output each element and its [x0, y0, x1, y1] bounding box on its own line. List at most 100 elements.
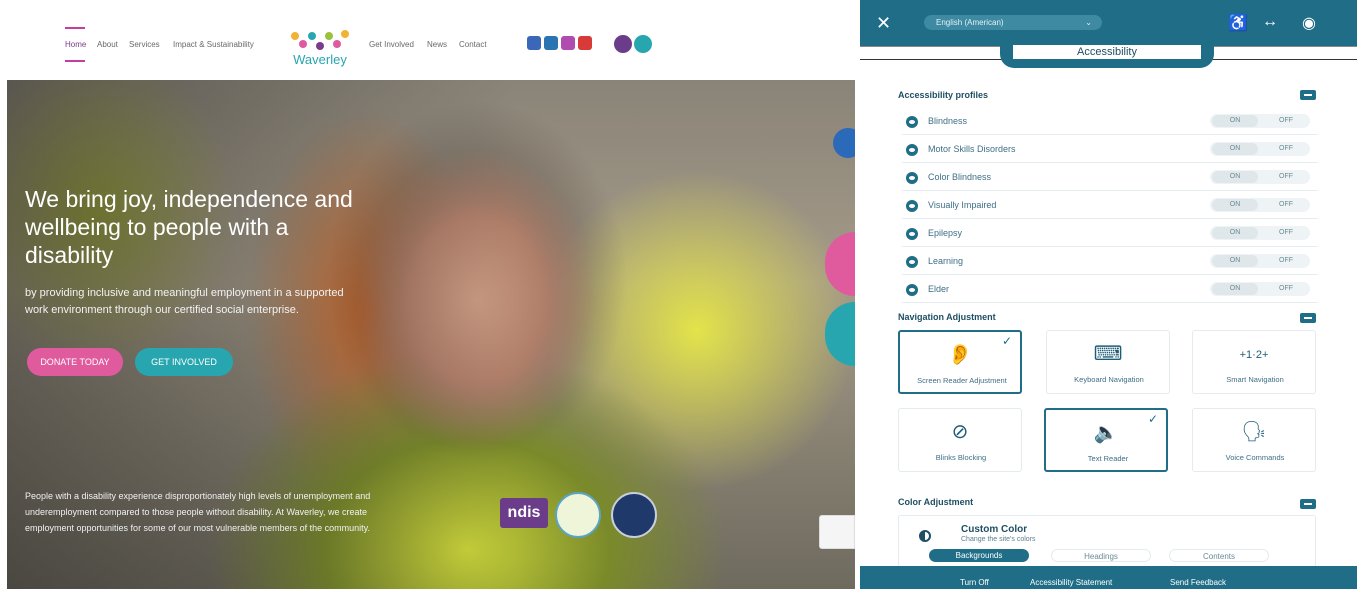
- nav-active-indicator-bottom: [65, 60, 85, 62]
- profile-blindness: Blindness ON OFF: [902, 107, 1318, 135]
- toggle-on[interactable]: ON: [1212, 227, 1258, 239]
- keyboard-navigation-card[interactable]: ⌨ Keyboard Navigation: [1046, 330, 1170, 394]
- profile-label: Elder: [928, 284, 950, 294]
- instagram-icon[interactable]: [561, 36, 575, 50]
- eye-icon: [906, 256, 918, 268]
- close-icon[interactable]: ✕: [876, 13, 891, 34]
- nav-contact[interactable]: Contact: [459, 40, 487, 49]
- toggle-off[interactable]: OFF: [1266, 143, 1306, 155]
- toggle-off[interactable]: OFF: [1266, 283, 1306, 295]
- blink-block-icon: ⊘: [951, 421, 969, 443]
- profile-label: Visually Impaired: [928, 200, 997, 210]
- color-title: Color Adjustment: [898, 497, 974, 507]
- card-label: Text Reader: [1087, 454, 1129, 463]
- smart-navigation-card[interactable]: +1·2+ Smart Navigation: [1192, 330, 1316, 394]
- nav-services[interactable]: Services: [129, 40, 160, 49]
- site-navbar: Home About Services Impact & Sustainabil…: [7, 0, 855, 80]
- card-label: Screen Reader Adjustment: [917, 376, 1007, 385]
- recaptcha-badge[interactable]: [819, 515, 855, 549]
- custom-color-subtitle: Change the site's colors: [961, 536, 1036, 543]
- certification-badge: [555, 492, 601, 538]
- send-feedback-link[interactable]: Send Feedback: [1170, 578, 1226, 587]
- linkedin-icon[interactable]: [544, 36, 558, 50]
- toggle-on[interactable]: ON: [1212, 283, 1258, 295]
- nav-about[interactable]: About: [97, 40, 118, 49]
- accessibility-statement-link[interactable]: Accessibility Statement: [1030, 578, 1112, 587]
- hero-section: We bring joy, independence and wellbeing…: [7, 80, 855, 589]
- language-select[interactable]: English (American) ⌄: [924, 15, 1102, 30]
- tab-headings[interactable]: Headings: [1051, 549, 1151, 562]
- blinks-blocking-card[interactable]: ⊘ Blinks Blocking: [898, 408, 1022, 472]
- accessibility-toggle-icon[interactable]: [833, 128, 855, 158]
- chevron-down-icon: ⌄: [1085, 18, 1092, 27]
- custom-color-title: Custom Color: [961, 524, 1028, 535]
- toggle-off[interactable]: OFF: [1266, 171, 1306, 183]
- nav-news[interactable]: News: [427, 40, 447, 49]
- card-label: Keyboard Navigation: [1074, 375, 1144, 384]
- profile-motor-skills: Motor Skills Disorders ON OFF: [902, 135, 1318, 163]
- card-label: Smart Navigation: [1226, 375, 1284, 384]
- text-reader-card[interactable]: ✓ 🔈 Text Reader: [1044, 408, 1168, 472]
- turn-off-link[interactable]: Turn Off: [960, 578, 989, 587]
- profile-toggle[interactable]: ON OFF: [1210, 254, 1310, 268]
- hero-title: We bring joy, independence and wellbeing…: [25, 186, 353, 268]
- profile-toggle[interactable]: ON OFF: [1210, 198, 1310, 212]
- eye-icon: [906, 144, 918, 156]
- navigation-title: Navigation Adjustment: [898, 312, 996, 322]
- phone-icon[interactable]: [614, 35, 632, 53]
- hero-bottom-text: People with a disability experience disp…: [25, 491, 371, 533]
- profile-epilepsy: Epilepsy ON OFF: [902, 219, 1318, 247]
- voice-commands-card[interactable]: 🗣 Voice Commands: [1192, 408, 1316, 472]
- toggle-on[interactable]: ON: [1212, 255, 1258, 267]
- profile-label: Epilepsy: [928, 228, 963, 238]
- toggle-off[interactable]: OFF: [1266, 227, 1306, 239]
- navigation-collapse-button[interactable]: [1300, 313, 1316, 323]
- toggle-on[interactable]: ON: [1212, 143, 1258, 155]
- get-involved-button[interactable]: GET INVOLVED: [135, 348, 233, 376]
- nav-home[interactable]: Home: [65, 40, 86, 49]
- keyboard-icon: ⌨: [1093, 343, 1123, 365]
- color-collapse-button[interactable]: [1300, 499, 1316, 509]
- profiles-title: Accessibility profiles: [898, 90, 989, 100]
- toggle-off[interactable]: OFF: [1266, 199, 1306, 211]
- nav-get-involved[interactable]: Get Involved: [369, 40, 414, 49]
- tab-backgrounds[interactable]: Backgrounds: [929, 549, 1029, 562]
- accessibility-panel: ✕ English (American) ⌄ ♿ ↔ ◉ Accessibili…: [860, 0, 1357, 589]
- speaker-icon: 🔈: [1093, 422, 1119, 444]
- toggle-on[interactable]: ON: [1212, 171, 1258, 183]
- card-label: Voice Commands: [1225, 453, 1285, 462]
- toggle-on[interactable]: ON: [1212, 115, 1258, 127]
- nav-impact[interactable]: Impact & Sustainability: [173, 40, 254, 49]
- profile-toggle[interactable]: ON OFF: [1210, 114, 1310, 128]
- hero-subtitle: by providing inclusive and meaningful em…: [25, 287, 344, 316]
- toggle-off[interactable]: OFF: [1266, 255, 1306, 267]
- smart-nav-icon: +1·2+: [1239, 349, 1269, 361]
- donate-button[interactable]: DONATE TODAY: [27, 348, 123, 376]
- eye-icon: [906, 284, 918, 296]
- voice-icon: 🗣: [1241, 421, 1267, 443]
- youtube-icon[interactable]: [578, 36, 592, 50]
- toggle-off[interactable]: OFF: [1266, 115, 1306, 127]
- screen-reader-card[interactable]: ✓ 👂 Screen Reader Adjustment: [898, 330, 1022, 394]
- profiles-collapse-button[interactable]: [1300, 90, 1316, 100]
- profile-toggle[interactable]: ON OFF: [1210, 282, 1310, 296]
- facebook-icon[interactable]: [527, 36, 541, 50]
- eye-icon: [906, 228, 918, 240]
- profile-elder: Elder ON OFF: [902, 275, 1318, 303]
- logo-text: Waverley: [293, 52, 347, 67]
- profile-learning: Learning ON OFF: [902, 247, 1318, 275]
- toggle-on[interactable]: ON: [1212, 199, 1258, 211]
- tab-accessibility-label: Accessibility: [1012, 44, 1202, 60]
- tab-contents[interactable]: Contents: [1169, 549, 1269, 562]
- ndis-badge: ndis: [500, 498, 548, 528]
- profile-toggle[interactable]: ON OFF: [1210, 170, 1310, 184]
- language-value: English (American): [936, 18, 1004, 27]
- eye-icon: [906, 200, 918, 212]
- tab-accessibility[interactable]: Accessibility: [1000, 40, 1214, 68]
- accessibility-person-icon[interactable]: ♿: [1228, 13, 1248, 33]
- search-icon[interactable]: [634, 35, 652, 53]
- hide-eye-icon[interactable]: ◉: [1302, 13, 1316, 33]
- profile-toggle[interactable]: ON OFF: [1210, 142, 1310, 156]
- profile-toggle[interactable]: ON OFF: [1210, 226, 1310, 240]
- resize-arrows-icon[interactable]: ↔: [1262, 13, 1278, 31]
